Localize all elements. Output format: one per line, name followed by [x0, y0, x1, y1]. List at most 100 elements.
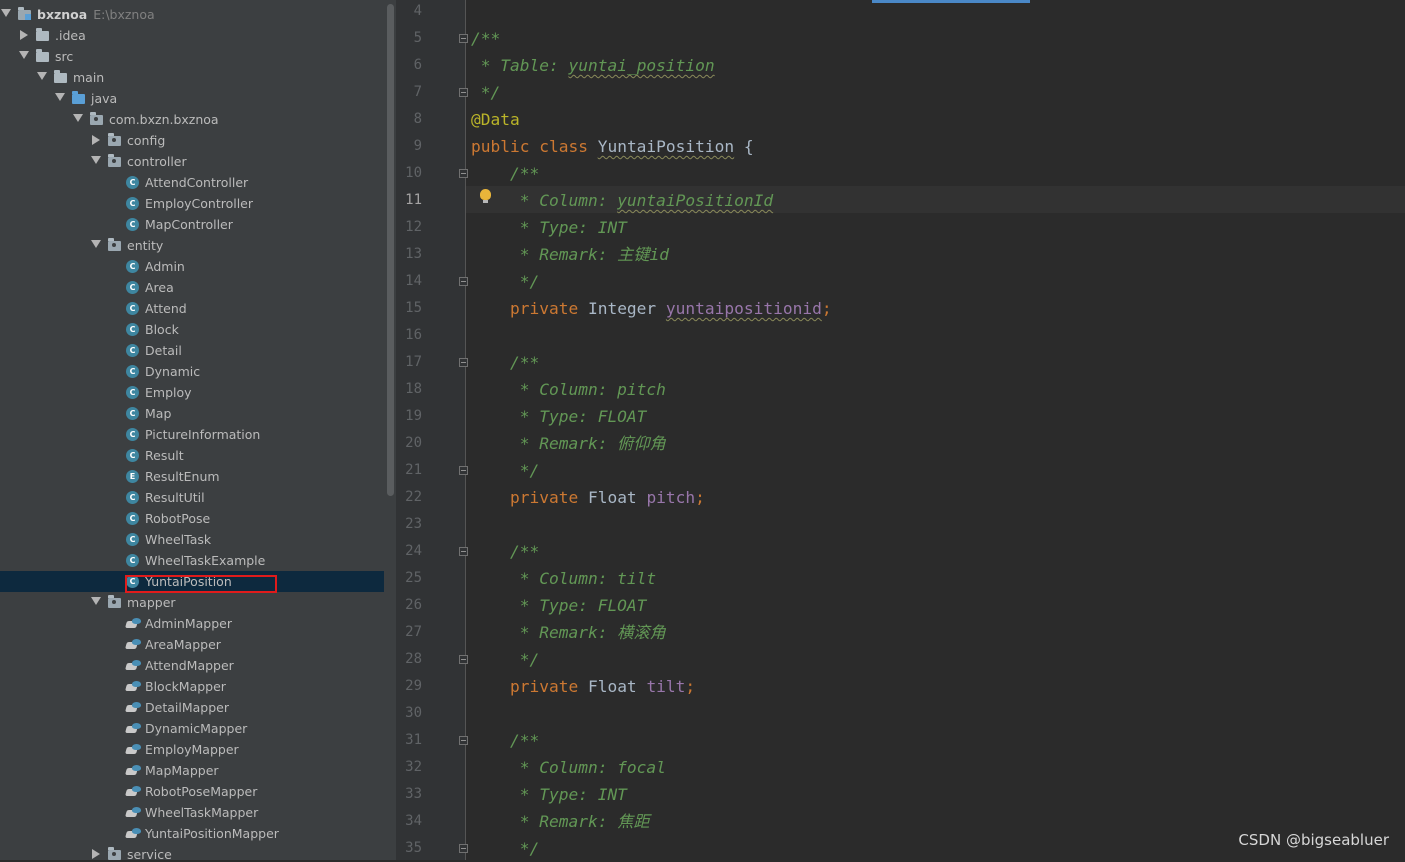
tree-item-adminmapper[interactable]: AdminMapper — [0, 613, 384, 634]
code-line[interactable]: * Remark: 横滚角 — [471, 619, 666, 646]
fold-toggle-icon[interactable] — [459, 358, 468, 367]
fold-toggle-icon[interactable] — [459, 277, 468, 286]
code-line[interactable]: /** — [471, 25, 500, 52]
code-line[interactable]: * Column: focal — [471, 754, 666, 781]
tree-item-employ[interactable]: C Employ — [0, 382, 384, 403]
tree-item-config[interactable]: config — [0, 130, 384, 151]
chevron-down-icon[interactable] — [1, 9, 11, 17]
tree-item-areamapper[interactable]: AreaMapper — [0, 634, 384, 655]
code-line[interactable]: * Type: INT — [471, 214, 627, 241]
code-line[interactable]: */ — [471, 457, 540, 484]
tree-item-attendmapper[interactable]: AttendMapper — [0, 655, 384, 676]
tree-item-admin[interactable]: C Admin — [0, 256, 384, 277]
tree-item-pictureinformation[interactable]: C PictureInformation — [0, 424, 384, 445]
tree-item-java[interactable]: java — [0, 88, 384, 109]
project-tree-scrollbar[interactable] — [386, 0, 396, 860]
tree-item-com-bxzn-bxznoa[interactable]: com.bxzn.bxznoa — [0, 109, 384, 130]
tree-item-employcontroller[interactable]: C EmployController — [0, 193, 384, 214]
code-editor[interactable]: 4 5 6 7 8 9 10 11 12 13 14 15 16 17 18 19 20 21 22 23 24 25 26… — [396, 0, 1405, 860]
chevron-down-icon[interactable] — [91, 240, 101, 248]
code-line[interactable]: * Type: FLOAT — [471, 592, 647, 619]
code-line[interactable]: * Remark: 主键id — [471, 241, 669, 268]
code-line[interactable]: private Float pitch; — [471, 484, 705, 511]
folder-icon — [36, 28, 49, 41]
fold-toggle-icon[interactable] — [459, 547, 468, 556]
chevron-down-icon[interactable] — [55, 93, 65, 101]
code-line[interactable]: * Table: yuntai_position — [471, 52, 715, 79]
chevron-right-icon[interactable] — [92, 849, 100, 859]
code-line[interactable]: * Remark: 俯仰角 — [471, 430, 666, 457]
tree-item-attend[interactable]: C Attend — [0, 298, 384, 319]
tree-item-detail[interactable]: C Detail — [0, 340, 384, 361]
tree-item-resultenum[interactable]: E ResultEnum — [0, 466, 384, 487]
chevron-down-icon[interactable] — [73, 114, 83, 122]
tree-item-wheeltaskmapper[interactable]: WheelTaskMapper — [0, 802, 384, 823]
code-line[interactable]: * Type: FLOAT — [471, 403, 647, 430]
tree-item-yuntaipositionmapper[interactable]: YuntaiPositionMapper — [0, 823, 384, 844]
chevron-down-icon[interactable] — [37, 72, 47, 80]
code-line[interactable]: */ — [471, 646, 540, 673]
tree-item-resultutil[interactable]: C ResultUtil — [0, 487, 384, 508]
chevron-down-icon[interactable] — [91, 156, 101, 164]
fold-toggle-icon[interactable] — [459, 34, 468, 43]
line-number: 26 — [405, 597, 422, 613]
fold-toggle-icon[interactable] — [459, 655, 468, 664]
code-line[interactable]: /** — [471, 160, 539, 187]
package-icon — [108, 595, 121, 608]
tree-item-bxznoa[interactable]: bxznoa E:\bxznoa — [0, 4, 384, 25]
tree-item-service[interactable]: service — [0, 844, 384, 860]
tree-item-mapper[interactable]: mapper — [0, 592, 384, 613]
code-token: * Remark: 俯仰角 — [471, 434, 666, 453]
tree-item-block[interactable]: C Block — [0, 319, 384, 340]
code-line[interactable]: */ — [471, 835, 540, 862]
chevron-down-icon[interactable] — [91, 597, 101, 605]
fold-toggle-icon[interactable] — [459, 169, 468, 178]
line-number-gutter[interactable]: 4 5 6 7 8 9 10 11 12 13 14 15 16 17 18 19 20 21 22 23 24 25 26… — [396, 0, 466, 860]
code-line[interactable]: @Data — [471, 106, 520, 133]
code-line[interactable]: /** — [471, 349, 539, 376]
tree-item-wheeltask[interactable]: C WheelTask — [0, 529, 384, 550]
code-line[interactable]: * Column: tilt — [471, 565, 656, 592]
tree-item-robotpose[interactable]: C RobotPose — [0, 508, 384, 529]
tree-item-map[interactable]: C Map — [0, 403, 384, 424]
code-line[interactable]: /** — [471, 727, 539, 754]
code-line[interactable]: * Column: pitch — [471, 376, 666, 403]
tree-item-label: entity — [127, 238, 164, 253]
fold-toggle-icon[interactable] — [459, 466, 468, 475]
code-line[interactable]: /** — [471, 538, 539, 565]
code-line[interactable]: * Column: yuntaiPositionId — [471, 187, 773, 214]
code-line[interactable]: private Float tilt; — [471, 673, 695, 700]
code-line[interactable]: * Type: INT — [471, 781, 627, 808]
tree-item-detailmapper[interactable]: DetailMapper — [0, 697, 384, 718]
tree-item-area[interactable]: C Area — [0, 277, 384, 298]
tree-item-main[interactable]: main — [0, 67, 384, 88]
tree-item-wheeltaskexample[interactable]: C WheelTaskExample — [0, 550, 384, 571]
tree-item-result[interactable]: C Result — [0, 445, 384, 466]
tree-item-dynamic[interactable]: C Dynamic — [0, 361, 384, 382]
tree-item-controller[interactable]: controller — [0, 151, 384, 172]
tree-item-entity[interactable]: entity — [0, 235, 384, 256]
tree-item-robotposemapper[interactable]: RobotPoseMapper — [0, 781, 384, 802]
tree-item-dynamicmapper[interactable]: DynamicMapper — [0, 718, 384, 739]
tree-item-mapmapper[interactable]: MapMapper — [0, 760, 384, 781]
fold-toggle-icon[interactable] — [459, 844, 468, 853]
code-line[interactable]: * Remark: 焦距 — [471, 808, 650, 835]
project-tree[interactable]: bxznoa E:\bxznoa .idea src main java com.bxzn.… — [0, 0, 396, 860]
scrollbar-thumb[interactable] — [387, 4, 394, 496]
fold-toggle-icon[interactable] — [459, 736, 468, 745]
tree-item-mapcontroller[interactable]: C MapController — [0, 214, 384, 235]
tree-item-src[interactable]: src — [0, 46, 384, 67]
tree-item-label: AttendController — [145, 175, 249, 190]
code-line[interactable]: */ — [471, 268, 540, 295]
tree-item-attendcontroller[interactable]: C AttendController — [0, 172, 384, 193]
fold-toggle-icon[interactable] — [459, 88, 468, 97]
chevron-right-icon[interactable] — [92, 135, 100, 145]
tree-item-blockmapper[interactable]: BlockMapper — [0, 676, 384, 697]
code-line[interactable]: */ — [471, 79, 501, 106]
chevron-right-icon[interactable] — [20, 30, 28, 40]
tree-item--idea[interactable]: .idea — [0, 25, 384, 46]
chevron-down-icon[interactable] — [19, 51, 29, 59]
tree-item-employmapper[interactable]: EmployMapper — [0, 739, 384, 760]
code-line[interactable]: private Integer yuntaipositionid; — [471, 295, 832, 322]
code-line[interactable]: public class YuntaiPosition { — [471, 133, 754, 160]
